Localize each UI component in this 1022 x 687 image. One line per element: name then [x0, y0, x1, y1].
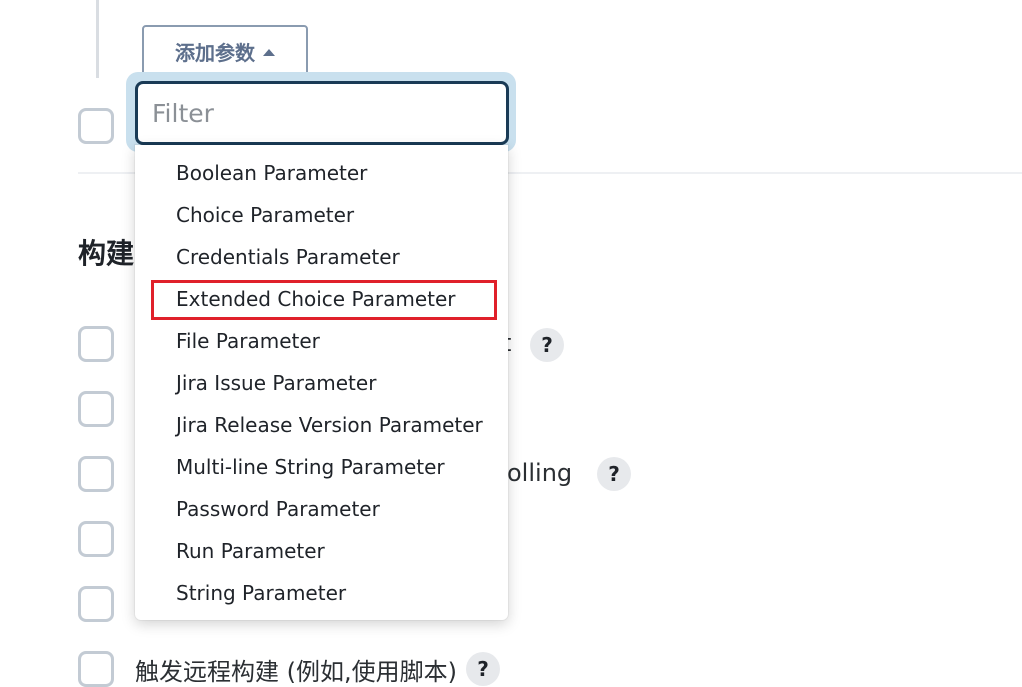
checkbox[interactable]: [78, 651, 114, 687]
filter-input[interactable]: [135, 81, 509, 145]
dropdown-item-boolean-parameter[interactable]: Boolean Parameter: [135, 152, 508, 194]
add-parameter-button[interactable]: 添加参数: [142, 25, 308, 77]
dropdown-item-jira-release-version-parameter[interactable]: Jira Release Version Parameter: [135, 404, 508, 446]
dropdown-item-password-parameter[interactable]: Password Parameter: [135, 488, 508, 530]
dropdown-item-string-parameter[interactable]: String Parameter: [135, 572, 508, 614]
add-parameter-label: 添加参数: [175, 42, 255, 65]
section-title: 构建: [78, 237, 135, 270]
help-icon[interactable]: ?: [530, 328, 564, 362]
dropdown-item-file-parameter[interactable]: File Parameter: [135, 320, 508, 362]
trigger-label-partial: olling: [507, 459, 573, 487]
dropdown-item-jira-issue-parameter[interactable]: Jira Issue Parameter: [135, 362, 508, 404]
checkbox[interactable]: [78, 521, 114, 557]
checkbox[interactable]: [78, 456, 114, 492]
dropdown-item-run-parameter[interactable]: Run Parameter: [135, 530, 508, 572]
trigger-remote-build-label: 触发远程构建 (例如,使用脚本): [135, 658, 457, 686]
checkbox[interactable]: [78, 391, 114, 427]
checkbox[interactable]: [78, 326, 114, 362]
help-icon[interactable]: ?: [466, 652, 500, 686]
parameter-type-dropdown: Boolean Parameter Choice Parameter Crede…: [135, 145, 508, 620]
dropdown-item-extended-choice-parameter[interactable]: Extended Choice Parameter: [135, 278, 508, 320]
dropdown-item-multi-line-string-parameter[interactable]: Multi-line String Parameter: [135, 446, 508, 488]
caret-up-icon: [263, 48, 275, 56]
dropdown-item-credentials-parameter[interactable]: Credentials Parameter: [135, 236, 508, 278]
checkbox[interactable]: [78, 108, 114, 144]
help-icon[interactable]: ?: [597, 457, 631, 491]
dropdown-item-choice-parameter[interactable]: Choice Parameter: [135, 194, 508, 236]
group-indent-line: [96, 0, 99, 78]
checkbox[interactable]: [78, 586, 114, 622]
